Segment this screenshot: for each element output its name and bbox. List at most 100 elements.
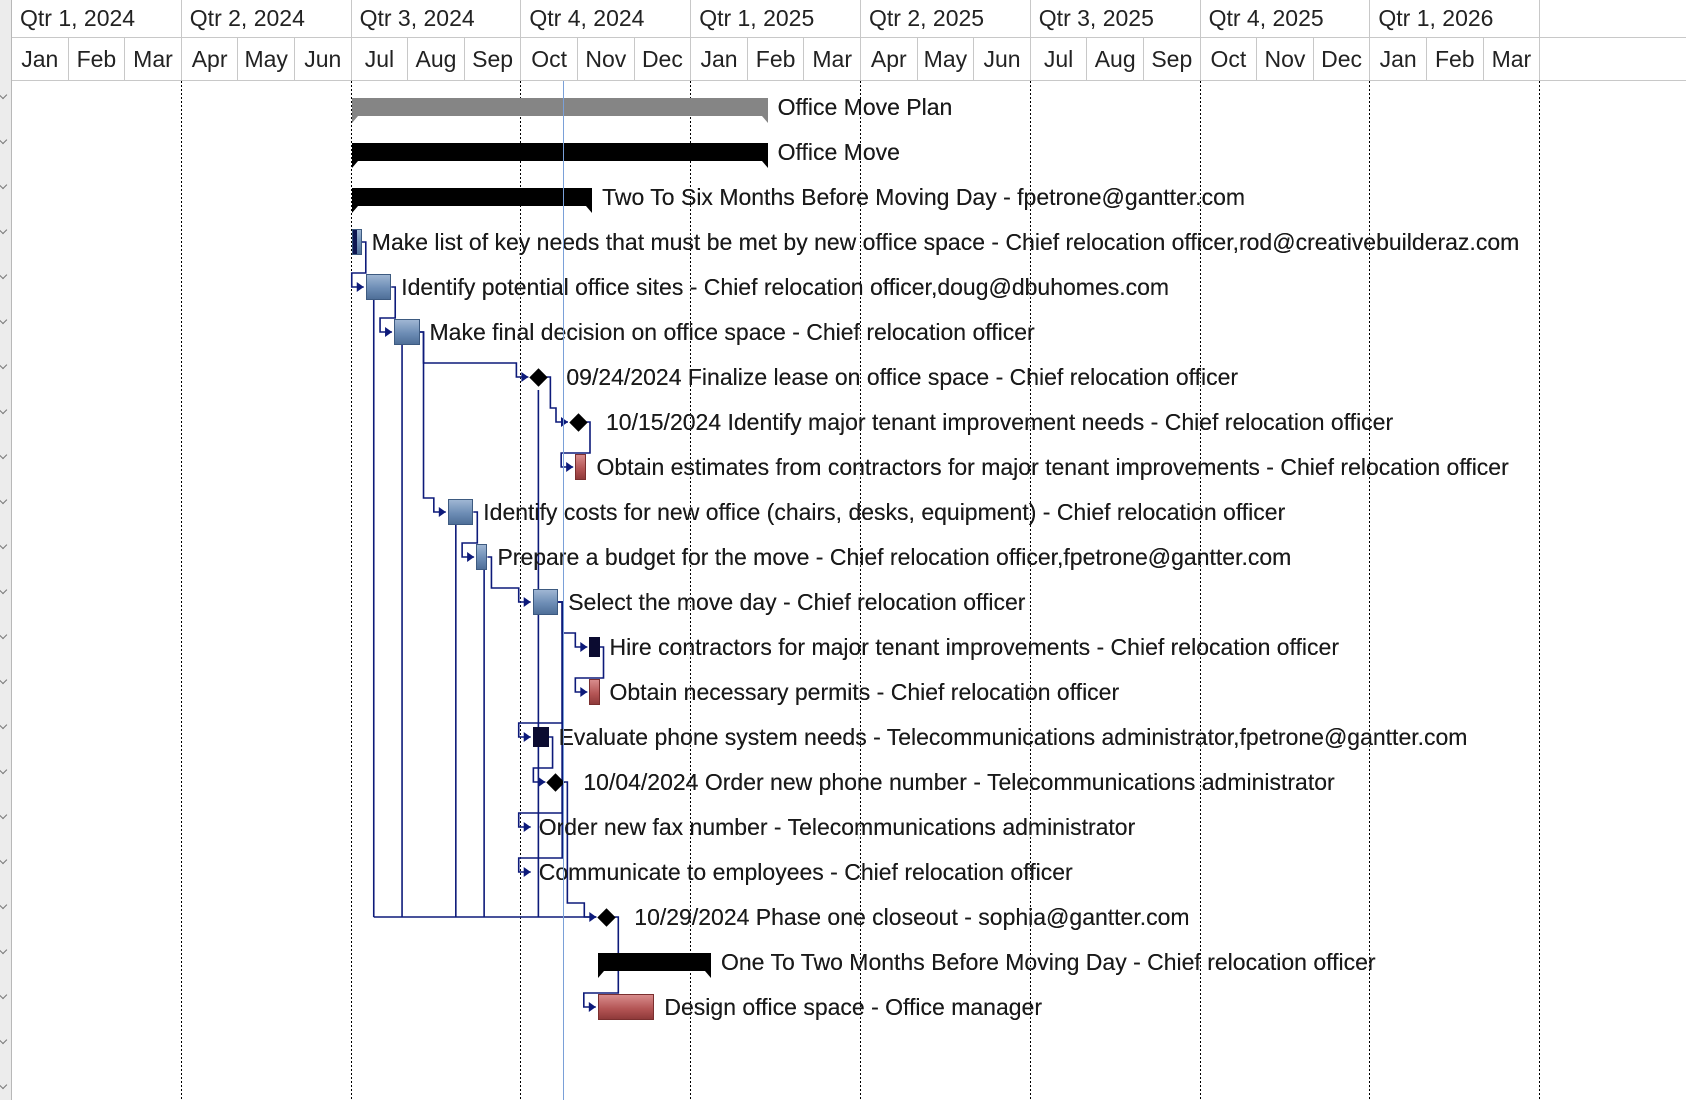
quarter-header: Qtr 3, 2025 <box>1031 0 1201 37</box>
task-label: Order new fax number - Telecommunication… <box>538 814 1136 840</box>
row-marker <box>0 315 8 325</box>
row-marker <box>0 675 8 685</box>
task-bar[interactable] <box>532 727 549 747</box>
month-header: Nov <box>578 38 635 80</box>
quarter-header: Qtr 1, 2024 <box>12 0 182 37</box>
task-row[interactable]: Design office space - Office manager <box>12 994 1686 1043</box>
gantt-chart: Qtr 1, 2024 Qtr 2, 2024 Qtr 3, 2024 Qtr 4, … <box>12 0 1686 1100</box>
task-bar[interactable] <box>589 637 600 657</box>
row-marker <box>0 90 8 100</box>
row-marker <box>0 990 8 1000</box>
month-header: Aug <box>1087 38 1144 80</box>
milestone-marker[interactable] <box>569 413 588 432</box>
row-marker <box>0 630 8 640</box>
task-row[interactable]: 10/04/2024 Order new phone number - Tele… <box>12 769 1686 818</box>
task-bar[interactable] <box>589 679 600 705</box>
row-marker <box>0 720 8 730</box>
task-bar[interactable] <box>532 589 559 615</box>
milestone-marker[interactable] <box>529 368 549 387</box>
task-row[interactable]: Office Move Plan <box>12 94 1686 143</box>
month-header: Jan <box>691 38 748 80</box>
row-marker <box>0 225 8 235</box>
month-header: Apr <box>182 38 239 80</box>
row-marker <box>0 135 8 145</box>
task-label: Make list of key needs that must be met … <box>371 229 1520 255</box>
month-header: Sep <box>1144 38 1201 80</box>
month-header: Dec <box>1314 38 1371 80</box>
row-header-strip[interactable] <box>0 0 12 1100</box>
row-marker <box>0 495 8 505</box>
quarter-header: Qtr 2, 2025 <box>861 0 1031 37</box>
timescale-months: Jan Feb Mar Apr May Jun Jul Aug Sep Oct Nov Dec Jan F… <box>12 38 1686 81</box>
task-row[interactable]: Office Move <box>12 139 1686 188</box>
row-marker <box>0 810 8 820</box>
quarter-header: Qtr 1, 2025 <box>691 0 861 37</box>
task-row[interactable]: Order new fax number - Telecommunication… <box>12 814 1686 863</box>
task-row[interactable]: Two To Six Months Before Moving Day - fp… <box>12 184 1686 233</box>
task-label: Hire contractors for major tenant improv… <box>609 634 1339 660</box>
task-row[interactable]: Evaluate phone system needs - Telecommun… <box>12 724 1686 773</box>
task-row[interactable]: Communicate to employees - Chief relocat… <box>12 859 1686 908</box>
task-row[interactable]: Obtain necessary permits - Chief relocat… <box>12 679 1686 728</box>
summary-bar[interactable] <box>597 953 712 978</box>
gantt-chart-area[interactable]: Office Move Plan Office Move Two To Six Mo… <box>12 81 1686 1100</box>
task-row[interactable]: Prepare a budget for the move - Chief re… <box>12 544 1686 593</box>
summary-bar[interactable] <box>351 188 593 213</box>
task-bar[interactable] <box>394 319 420 345</box>
row-marker <box>0 765 8 775</box>
task-row[interactable]: 10/15/2024 Identify major tenant improve… <box>12 409 1686 458</box>
month-header: Jan <box>1370 38 1427 80</box>
task-row[interactable]: One To Two Months Before Moving Day - Ch… <box>12 949 1686 998</box>
task-bar[interactable] <box>476 544 488 570</box>
task-label: Identify potential office sites - Chief … <box>401 274 1170 300</box>
task-row[interactable]: Identify potential office sites - Chief … <box>12 274 1686 323</box>
row-marker <box>0 540 8 550</box>
month-header: Jun <box>974 38 1031 80</box>
task-bar[interactable] <box>351 229 362 255</box>
milestone-marker[interactable] <box>597 908 616 927</box>
task-bar[interactable] <box>575 454 587 480</box>
task-row[interactable]: Identify costs for new office (chairs, d… <box>12 499 1686 548</box>
task-label: 10/29/2024 Phase one closeout - sophia@g… <box>634 904 1190 930</box>
task-label: 10/15/2024 Identify major tenant improve… <box>606 409 1394 435</box>
task-label: Obtain estimates from contractors for ma… <box>596 454 1509 480</box>
quarter-header: Qtr 4, 2024 <box>521 0 692 37</box>
summary-bar[interactable] <box>351 98 768 123</box>
month-header: Nov <box>1257 38 1314 80</box>
row-marker <box>0 180 8 190</box>
task-label: Office Move Plan <box>777 94 953 120</box>
row-marker <box>0 360 8 370</box>
quarter-header: Qtr 4, 2025 <box>1201 0 1371 37</box>
today-line <box>562 81 564 1100</box>
task-row[interactable]: Hire contractors for major tenant improv… <box>12 634 1686 683</box>
task-bar[interactable] <box>365 274 392 300</box>
summary-bar[interactable] <box>351 143 768 168</box>
month-header: May <box>918 38 975 80</box>
month-header: Jan <box>12 38 69 80</box>
task-label: Make final decision on office space - Ch… <box>429 319 1035 345</box>
task-row[interactable]: Make list of key needs that must be met … <box>12 229 1686 278</box>
task-row[interactable]: Obtain estimates from contractors for ma… <box>12 454 1686 503</box>
row-marker <box>0 270 8 280</box>
task-bar[interactable] <box>447 499 474 525</box>
quarter-header: Qtr 2, 2024 <box>182 0 352 37</box>
task-row[interactable]: Select the move day - Chief relocation o… <box>12 589 1686 638</box>
task-label: Obtain necessary permits - Chief relocat… <box>609 679 1120 705</box>
month-header: Feb <box>748 38 805 80</box>
month-header: May <box>238 38 295 80</box>
month-header: Jul <box>1031 38 1088 80</box>
month-header: Mar <box>1484 38 1541 80</box>
task-bar[interactable] <box>597 994 655 1020</box>
task-label: Communicate to employees - Chief relocat… <box>538 859 1073 885</box>
month-header: Oct <box>1201 38 1258 80</box>
task-row[interactable]: Make final decision on office space - Ch… <box>12 319 1686 368</box>
task-label: Evaluate phone system needs - Telecommun… <box>558 724 1468 750</box>
row-marker <box>0 450 8 460</box>
task-row[interactable]: 10/29/2024 Phase one closeout - sophia@g… <box>12 904 1686 953</box>
task-row[interactable]: 09/24/2024 Finalize lease on office spac… <box>12 364 1686 413</box>
task-label: Office Move <box>777 139 900 165</box>
month-header: Feb <box>1427 38 1484 80</box>
month-header: Mar <box>125 38 182 80</box>
task-label: Design office space - Office manager <box>664 994 1042 1020</box>
task-label: Select the move day - Chief relocation o… <box>568 589 1026 615</box>
